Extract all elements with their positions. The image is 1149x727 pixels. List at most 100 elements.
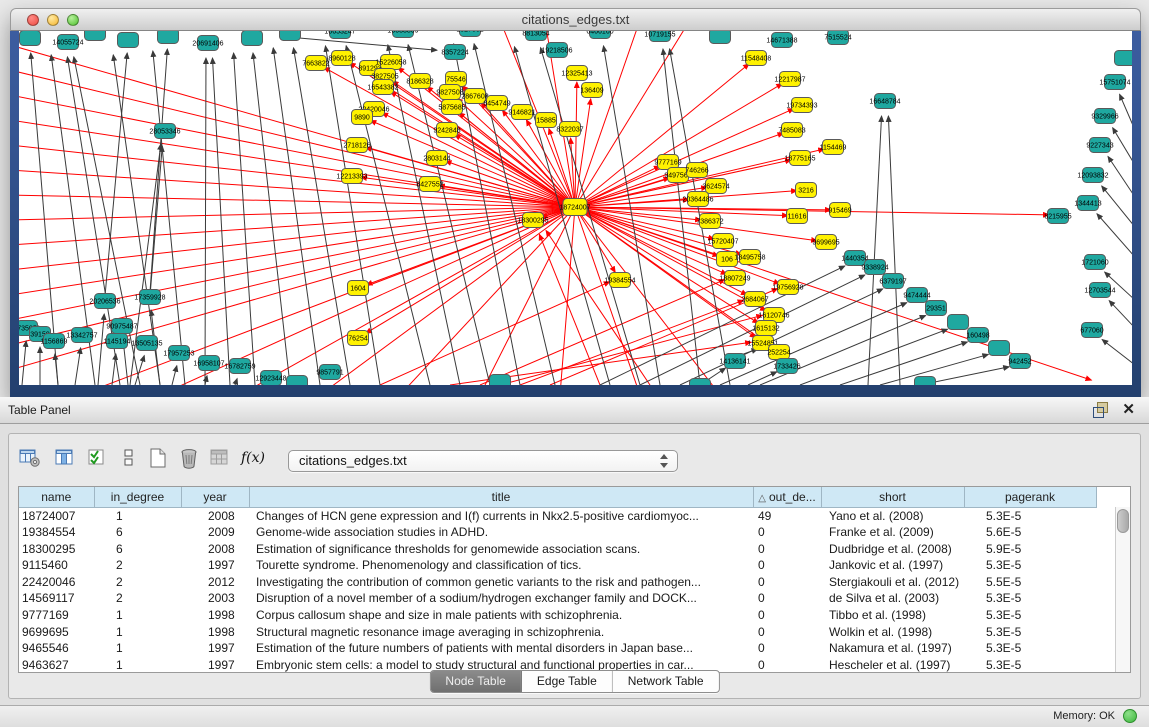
graph-node-label: 9827508 xyxy=(436,90,463,97)
graph-node-label: 11616 xyxy=(788,214,807,221)
table-row[interactable]: 911546021997Tourette syndrome. Phenomeno… xyxy=(19,557,1096,574)
graph-node-teal[interactable] xyxy=(710,31,731,44)
graph-node-teal[interactable] xyxy=(85,31,106,41)
column-header-title[interactable]: title xyxy=(249,487,753,507)
scrollbar-thumb[interactable] xyxy=(1117,509,1129,533)
graph-node-label: 13342757 xyxy=(66,333,97,340)
graph-node-label: 2867608 xyxy=(461,94,488,101)
graph-node-label: 7515524 xyxy=(824,35,851,42)
column-header-out_de[interactable]: △out_de... xyxy=(753,487,821,507)
memory-status-indicator[interactable] xyxy=(1123,709,1137,723)
table-vertical-scrollbar[interactable] xyxy=(1115,507,1130,672)
table-row[interactable]: 969969511998Structural magnetic resonanc… xyxy=(19,624,1096,641)
column-header-short[interactable]: short xyxy=(821,487,964,507)
graph-node-label: 2718126 xyxy=(343,143,370,150)
graph-node-label: 9146821 xyxy=(508,110,535,117)
graph-node-label: 7663822 xyxy=(302,61,329,68)
graph-node-teal[interactable] xyxy=(280,31,301,41)
table-panel-header: Table Panel ✕ xyxy=(0,397,1149,424)
column-header-year[interactable]: year xyxy=(181,487,249,507)
table-cell: 6 xyxy=(94,524,181,541)
table-cell: 5.3E-5 xyxy=(964,640,1096,657)
graph-node-teal[interactable] xyxy=(915,377,936,386)
table-cell: 1997 xyxy=(181,657,249,673)
table-row[interactable]: 977716911998Corpus callosum shape and si… xyxy=(19,607,1096,624)
network-graph[interactable]: 1872400776638228960128891293152260583827… xyxy=(19,31,1132,385)
table-cell: Dudbridge et al. (2008) xyxy=(821,541,964,558)
memory-status-label: Memory: OK xyxy=(1053,710,1115,722)
graph-node-label: 15226058 xyxy=(375,60,406,67)
tab-edge-table[interactable]: Edge Table xyxy=(522,671,613,692)
graph-node-label: 11548408 xyxy=(741,56,772,63)
graph-node-label: 136409 xyxy=(580,88,603,95)
table-row[interactable]: 1872400712008Changes of HCN gene express… xyxy=(19,507,1096,524)
graph-node-label: 12093832 xyxy=(1077,173,1108,180)
graph-node-teal[interactable] xyxy=(242,31,263,46)
tab-node-table[interactable]: Node Table xyxy=(430,671,522,692)
graph-node-label: 75546 xyxy=(446,77,466,84)
unassigned-tables-icon[interactable] xyxy=(117,446,141,470)
graph-node-teal[interactable] xyxy=(1115,51,1133,66)
graph-node-label: 10719155 xyxy=(644,32,675,39)
graph-node-teal[interactable] xyxy=(490,375,511,386)
modify-table-icon[interactable] xyxy=(18,446,42,470)
graph-node-label: 9857791 xyxy=(316,370,343,377)
graph-node-teal[interactable] xyxy=(287,376,308,386)
table-cell: de Silva et al. (2003) xyxy=(821,590,964,607)
graph-node-label: 18495758 xyxy=(734,255,765,262)
float-panel-icon[interactable] xyxy=(1093,402,1108,417)
column-header-pagerank[interactable]: pagerank xyxy=(964,487,1096,507)
graph-node-label: 16543382 xyxy=(367,85,398,92)
graph-node-teal[interactable] xyxy=(118,33,139,48)
select-columns-icon[interactable] xyxy=(53,446,77,470)
close-panel-icon[interactable]: ✕ xyxy=(1122,402,1135,417)
table-row[interactable]: 1456911722003Disruption of a novel membe… xyxy=(19,590,1096,607)
network-canvas[interactable]: 1872400776638228960128891293152260583827… xyxy=(19,31,1132,385)
graph-node-label: 14055724 xyxy=(52,40,83,47)
graph-node-label: 1615132 xyxy=(752,326,779,333)
function-builder-icon[interactable]: f(x) xyxy=(241,446,265,470)
graph-node-teal[interactable] xyxy=(158,31,179,44)
table-cell: Stergiakouli et al. (2012) xyxy=(821,574,964,591)
tab-network-table[interactable]: Network Table xyxy=(613,671,719,692)
table-cell: 5.3E-5 xyxy=(964,557,1096,574)
table-cell: Corpus callosum shape and size in male p… xyxy=(249,607,753,624)
table-cell: 0 xyxy=(753,607,821,624)
graph-node-teal[interactable] xyxy=(989,341,1010,356)
graph-node-label: 12703544 xyxy=(1084,288,1115,295)
graph-node-label: 3624574 xyxy=(702,184,729,191)
graph-node-teal[interactable] xyxy=(948,315,969,330)
table-cell: Franke et al. (2009) xyxy=(821,524,964,541)
select-all-rows-icon[interactable] xyxy=(86,446,110,470)
graph-node-teal[interactable] xyxy=(690,379,711,386)
graph-node-label: 19734393 xyxy=(786,103,817,110)
table-panel-content: f(x) citations_edges.txt namein_degreeye… xyxy=(8,433,1141,699)
graph-node-label: 7386372 xyxy=(696,219,723,226)
table-select-dropdown[interactable]: citations_edges.txt xyxy=(288,450,678,472)
graph-node-label: 18300295 xyxy=(517,218,548,225)
table-tab-group: Node TableEdge TableNetwork Table xyxy=(429,670,719,693)
table-cell: 0 xyxy=(753,657,821,673)
column-header-in_degree[interactable]: in_degree xyxy=(94,487,181,507)
new-table-icon[interactable] xyxy=(146,446,170,470)
graph-node-label: 7485083 xyxy=(778,128,805,135)
window-titlebar[interactable]: citations_edges.txt xyxy=(10,8,1141,31)
table-row[interactable]: 946554611997Estimation of the future num… xyxy=(19,640,1096,657)
table-cell: Investigating the contribution of common… xyxy=(249,574,753,591)
table-cell: 1 xyxy=(94,657,181,673)
graph-node-teal[interactable] xyxy=(20,31,41,46)
table-row[interactable]: 1830029562008Estimation of significance … xyxy=(19,541,1096,558)
table-cell: 2008 xyxy=(181,541,249,558)
delete-table-icon[interactable] xyxy=(177,446,201,470)
table-cell: 5.3E-5 xyxy=(964,657,1096,673)
table-cell: 9115460 xyxy=(19,557,94,574)
table-row[interactable]: 1938455462009Genome-wide association stu… xyxy=(19,524,1096,541)
table-cell: Changes of HCN gene expression and I(f) … xyxy=(249,507,753,524)
graph-node-label: 13505135 xyxy=(131,341,162,348)
graph-node-label: 915469 xyxy=(828,208,851,215)
table-row[interactable]: 2242004622012Investigating the contribut… xyxy=(19,574,1096,591)
graph-node-label: 16648784 xyxy=(869,99,900,106)
table-cell: 9699695 xyxy=(19,624,94,641)
table-cell: 1997 xyxy=(181,557,249,574)
column-header-name[interactable]: name xyxy=(19,487,94,507)
